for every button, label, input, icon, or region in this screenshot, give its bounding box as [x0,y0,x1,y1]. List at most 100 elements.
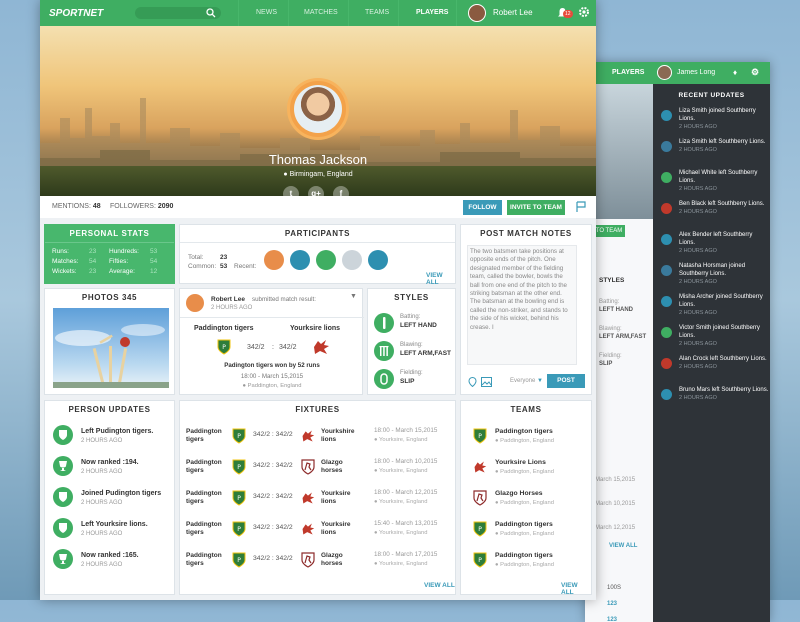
location-pin-icon[interactable] [468,377,477,387]
facebook-icon[interactable]: f [333,186,349,196]
home-team-logo-icon: P [232,428,246,449]
team-place: ● Paddington, England [495,562,554,568]
team-place-text: Paddington, England [500,531,554,537]
post-time: 2 HOURS AGO [211,305,253,311]
recent-update-item[interactable]: Michael White left Southberry Lions. 2 HO… [653,169,770,200]
recent-update-item[interactable]: Ben Black left Southberry Lions. 2 HOURS … [653,200,770,231]
user-name[interactable]: Robert Lee [493,8,533,17]
away-team-logo-icon [301,490,315,511]
fixture-row[interactable]: Paddington tigers P 342/2 : 342/2 Glazgo ho… [186,456,451,486]
participants-view-all-link[interactable]: VIEW ALL [426,272,455,286]
update-avatar[interactable] [661,203,672,214]
app-logo[interactable]: SPORTNET [49,8,103,19]
audience-value: Everyone [510,378,536,384]
update-avatar[interactable] [661,327,672,338]
recent-update-item[interactable]: Victor Smith joined Southberry Lions. 2 H… [653,324,770,355]
location-pin-icon: ● [374,499,378,505]
post-author-name[interactable]: Robert Lee [211,296,245,303]
update-avatar[interactable] [661,265,672,276]
nav-link-news[interactable]: NEWS [256,9,277,16]
update-avatar[interactable] [661,234,672,245]
back-user-avatar[interactable] [657,65,672,80]
recent-update-item[interactable]: Bruno Mars left Southberry Lions. 2 HOURS… [653,386,770,417]
fixture-place-text: Yourksire, England [379,437,428,443]
invite-to-team-button[interactable]: INVITE TO TEAM [507,200,565,215]
team-item[interactable]: P Paddington tigers ● Paddington, England [469,519,589,549]
follow-button[interactable]: FOLLOW [463,200,502,215]
recent-update-item[interactable]: Misha Archer joined Southberry Lions. 2 H… [653,293,770,324]
back-nav-players-link[interactable]: PLAYERS [612,69,644,76]
chevron-down-icon: ▼ [537,378,543,384]
twitter-icon[interactable]: t [283,186,299,196]
recent-update-item[interactable]: Natasha Horsman joined Southberry Lions.… [653,262,770,293]
notes-textarea[interactable]: The two batsmen take positions at opposi… [467,245,577,365]
update-avatar[interactable] [661,141,672,152]
shield-icon [53,425,73,445]
location-pin-icon: ● [495,562,499,568]
recent-update-item[interactable]: Alan Crock left Southberry Lions. 2 HOURS… [653,355,770,386]
svg-text:P: P [237,557,241,564]
participant-avatar[interactable] [368,250,388,270]
update-avatar[interactable] [661,389,672,400]
gear-icon[interactable] [578,6,590,18]
gear-icon[interactable]: ⚙ [751,67,759,78]
audience-select[interactable]: Everyone ▼ [510,378,543,384]
recent-update-item[interactable]: Alex Bender left Southberry Lions. 2 HOUR… [653,231,770,262]
bell-icon[interactable]: ♦ [733,68,737,77]
profile-avatar[interactable] [287,78,349,140]
update-time: 2 HOURS AGO [679,341,717,347]
update-time: 2 HOURS AGO [81,500,123,506]
back-invite-button[interactable]: TO TEAM [593,225,625,237]
location-pin-icon: ● [495,531,499,537]
image-icon[interactable] [481,377,492,387]
post-button[interactable]: POST [547,374,585,388]
team-item[interactable]: P Paddington tigers ● Paddington, England [469,550,589,580]
teams-view-all-link[interactable]: VIEW ALL [561,582,591,596]
stat-value: 23 [89,268,97,275]
team-place: ● Paddington, England [495,500,554,506]
post-author-avatar[interactable] [186,294,204,312]
user-avatar[interactable] [468,4,486,22]
back-window-navbar: PLAYERS James Long ♦ ⚙ [585,62,770,84]
nav-link-teams[interactable]: TEAMS [365,9,389,16]
participants-card: PARTICIPANTS Total: 23 Common: 53 Recent… [179,224,456,286]
update-avatar[interactable] [661,110,672,121]
back-view-all-link[interactable]: VIEW ALL [609,543,637,549]
participant-avatar[interactable] [316,250,336,270]
team-item[interactable]: Glazgo Horses ● Paddington, England [469,488,589,518]
team-logo-icon: P [473,428,487,449]
back-user-name[interactable]: James Long [677,69,715,76]
flag-icon[interactable] [576,201,586,213]
nav-link-players[interactable]: PLAYERS [416,9,448,16]
team-item[interactable]: Yourksire Lions ● Paddington, England [469,457,589,487]
team-item[interactable]: P Paddington tigers ● Paddington, England [469,426,589,456]
fixture-row[interactable]: Paddington tigers P 342/2 : 342/2 Yourksire… [186,487,451,517]
batting-style: Batting: LEFT HAND [374,311,454,337]
participant-avatar[interactable] [290,250,310,270]
search-input[interactable] [135,7,221,19]
fixture-row[interactable]: Paddington tigers P 342/2 : 342/2 Yourkshir… [186,425,451,455]
recent-update-item[interactable]: Liza Smith joined Southberry Lions. 2 HOU… [653,107,770,138]
svg-text:P: P [237,433,241,440]
fixtures-view-all-link[interactable]: VIEW ALL [424,582,455,589]
away-team-logo-icon [301,521,315,542]
fixture-row[interactable]: Paddington tigers P 342/2 : 342/2 Yourksire… [186,518,451,548]
google-plus-icon[interactable]: g+ [308,186,324,196]
back-style-label: Fielding: [599,353,622,359]
nav-link-matches[interactable]: MATCHES [304,9,338,16]
update-avatar[interactable] [661,358,672,369]
update-avatar[interactable] [661,172,672,183]
participant-avatar[interactable] [264,250,284,270]
cricket-photo[interactable] [53,308,169,388]
stat-value: 53 [150,248,158,255]
participants-title: PARTICIPANTS [180,225,455,243]
photos-title[interactable]: PHOTOS 345 [45,289,174,307]
stat-label: Fifties: [109,258,129,265]
update-avatar[interactable] [661,296,672,307]
fixture-score: 342/2 : 342/2 [253,431,293,438]
match-date: 18:00 - March 15,2015 [240,373,304,380]
recent-update-item[interactable]: Liza Smith left Southberry Lions. 2 HOURS… [653,138,770,169]
fixture-row[interactable]: Paddington tigers P 342/2 : 342/2 Glazgo ho… [186,549,451,579]
chevron-down-icon[interactable]: ▼ [350,293,357,300]
participant-avatar[interactable] [342,250,362,270]
